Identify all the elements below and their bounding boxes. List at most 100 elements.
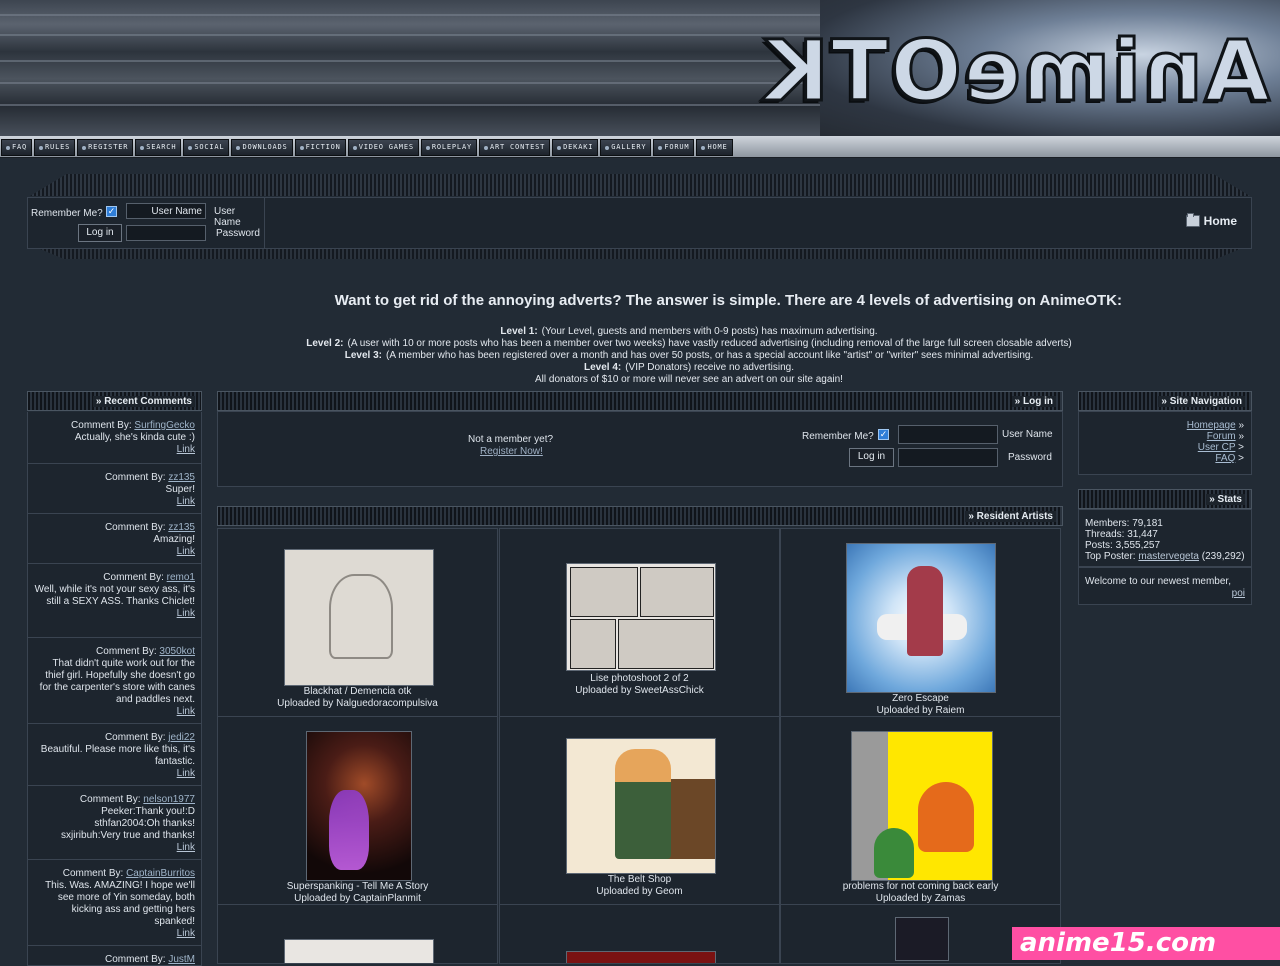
nav-dekaki-button[interactable]: DEKAKI: [552, 139, 599, 156]
watermark: anime15.com: [1012, 927, 1280, 960]
artwork-title: The Belt Shop: [607, 874, 672, 885]
top-poster-link[interactable]: mastervegeta: [1138, 551, 1199, 562]
advert-donator-note: All donators of $10 or more will never s…: [535, 374, 843, 385]
stats-threads: Threads: 31,447: [1085, 529, 1158, 540]
login-password-input[interactable]: [898, 448, 998, 467]
newest-member-link[interactable]: poi: [1232, 588, 1245, 599]
header-remember-checkbox[interactable]: ✓: [106, 206, 117, 217]
comment-link[interactable]: Link: [177, 496, 195, 507]
advert-level-3: Level 3: (A member who has been registere…: [344, 350, 1034, 361]
artist-card[interactable]: [217, 904, 498, 964]
comment-link[interactable]: Link: [177, 768, 195, 779]
nav-forum-button[interactable]: FORUM: [653, 139, 695, 156]
comment-author-link[interactable]: SurfingGecko: [134, 420, 195, 431]
artwork-thumbnail[interactable]: [566, 951, 716, 963]
recent-comments-list: Comment By: SurfingGecko Actually, she's…: [27, 412, 202, 966]
header-top-band: [30, 174, 1250, 196]
artwork-thumbnail[interactable]: [566, 738, 716, 874]
nav-home-button[interactable]: HOME: [696, 139, 733, 156]
login-username-input[interactable]: [898, 425, 998, 444]
nav-faq-button[interactable]: FAQ: [1, 139, 33, 156]
login-button[interactable]: Log in: [849, 448, 894, 467]
artist-card[interactable]: Blackhat / Demencia otk Uploaded by Nalg…: [217, 528, 498, 717]
site-nav-item: FAQ >: [1215, 453, 1244, 464]
nav-bullet-icon: [483, 145, 488, 150]
artist-card[interactable]: problems for not coming back early Uploa…: [780, 716, 1061, 905]
nav-fiction-button[interactable]: FICTION: [294, 139, 346, 156]
nav-gallery-button[interactable]: GALLERY: [600, 139, 652, 156]
comment-link[interactable]: Link: [177, 842, 195, 853]
artwork-thumbnail[interactable]: [306, 731, 412, 881]
comment-author-link[interactable]: remo1: [167, 572, 195, 583]
forum-link[interactable]: Forum: [1207, 431, 1236, 442]
comment-author-link[interactable]: zz135: [168, 522, 195, 533]
artwork-thumbnail[interactable]: [851, 731, 993, 881]
nav-social-button[interactable]: SOCIAL: [183, 139, 230, 156]
site-logo[interactable]: AnimeOTK: [761, 21, 1272, 122]
comment-link[interactable]: Link: [177, 546, 195, 557]
advert-level-1: Level 1: (Your Level, guests and members …: [500, 326, 878, 337]
nav-bullet-icon: [352, 145, 357, 150]
comment-author-link[interactable]: CaptainBurritos: [126, 868, 195, 879]
artwork-thumbnail[interactable]: [846, 543, 996, 693]
comment-item: Comment By: nelson1977 Peeker:Thank you!…: [27, 786, 202, 860]
comment-item: Comment By: jedi22 Beautiful. Please mor…: [27, 724, 202, 786]
comment-link[interactable]: Link: [177, 928, 195, 939]
breadcrumb[interactable]: Home: [1185, 213, 1237, 228]
artwork-thumbnail[interactable]: [284, 939, 434, 963]
artist-card[interactable]: Superspanking - Tell Me A Story Uploaded…: [217, 716, 498, 905]
stats-list: Members: 79,181 Threads: 31,447 Posts: 3…: [1085, 518, 1245, 562]
artwork-thumbnail[interactable]: [895, 917, 949, 961]
comment-author-link[interactable]: nelson1977: [143, 794, 195, 805]
nav-video-games-button[interactable]: VIDEO GAMES: [347, 139, 419, 156]
site-nav-item: Homepage »: [1186, 420, 1244, 431]
site-banner: AnimeOTK: [0, 0, 1280, 136]
breadcrumb-home[interactable]: Home: [1204, 214, 1237, 228]
login-panel: User Name ✓ Remember Me? Password Log in…: [217, 411, 1063, 487]
recent-comments-header: » Recent Comments: [27, 391, 202, 411]
nav-bullet-icon: [299, 145, 304, 150]
stats-members: Members: 79,181: [1085, 518, 1163, 529]
login-remember-label: Remember Me?: [802, 431, 874, 442]
header-login-button[interactable]: Log in: [78, 224, 122, 242]
artist-card[interactable]: The Belt Shop Uploaded by Geom: [499, 716, 780, 905]
faq-link[interactable]: FAQ: [1215, 453, 1235, 464]
homepage-link[interactable]: Homepage: [1187, 420, 1236, 431]
artist-card[interactable]: Zero Escape Uploaded by Raiem: [780, 528, 1061, 717]
nav-downloads-button[interactable]: DOWNLOADS: [231, 139, 293, 156]
site-nav-item: User CP >: [1197, 442, 1244, 453]
artwork-thumbnail[interactable]: [284, 549, 434, 686]
nav-roleplay-button[interactable]: ROLEPLAY: [420, 139, 477, 156]
artwork-title: Superspanking - Tell Me A Story: [286, 881, 429, 892]
login-panel-header: » Log in: [217, 391, 1063, 411]
nav-rules-button[interactable]: RULES: [34, 139, 76, 156]
site-nav-title: » Site Navigation: [1158, 396, 1245, 407]
resident-artists-header: » Resident Artists: [217, 506, 1063, 526]
header-password-input[interactable]: [126, 225, 206, 241]
login-remember-checkbox[interactable]: ✓: [878, 429, 889, 440]
artist-card[interactable]: [499, 904, 780, 964]
stats-posts: Posts: 3,555,257: [1085, 540, 1161, 551]
comment-text: This. Was. AMAZING! I hope we'll see mor…: [45, 880, 195, 927]
comment-author-link[interactable]: 3050kot: [159, 646, 195, 657]
comment-item: Comment By: SurfingGecko Actually, she's…: [27, 412, 202, 464]
nav-bullet-icon: [39, 145, 44, 150]
register-now-link[interactable]: Register Now!: [480, 446, 543, 457]
login-password-label: Password: [1008, 452, 1052, 463]
header-username-input[interactable]: [126, 203, 206, 219]
comment-author-link[interactable]: zz135: [168, 472, 195, 483]
artwork-thumbnail[interactable]: [566, 563, 716, 671]
nav-search-button[interactable]: SEARCH: [135, 139, 182, 156]
comment-link[interactable]: Link: [177, 444, 195, 455]
comment-item: Comment By: JustM: [27, 946, 202, 966]
nav-art-contest-button[interactable]: ART CONTEST: [478, 139, 551, 156]
artwork-uploader: Uploaded by Geom: [596, 886, 683, 897]
user-cp-link[interactable]: User CP: [1198, 442, 1236, 453]
comment-author-link[interactable]: jedi22: [168, 732, 195, 743]
nav-register-button[interactable]: REGISTER: [77, 139, 134, 156]
comment-link[interactable]: Link: [177, 608, 195, 619]
comment-link[interactable]: Link: [177, 706, 195, 717]
recent-comments-title: » Recent Comments: [92, 396, 195, 407]
advert-levels: Level 1: (Your Level, guests and members …: [270, 326, 1108, 386]
artist-card[interactable]: Lise photoshoot 2 of 2 Uploaded by Sweet…: [499, 528, 780, 717]
